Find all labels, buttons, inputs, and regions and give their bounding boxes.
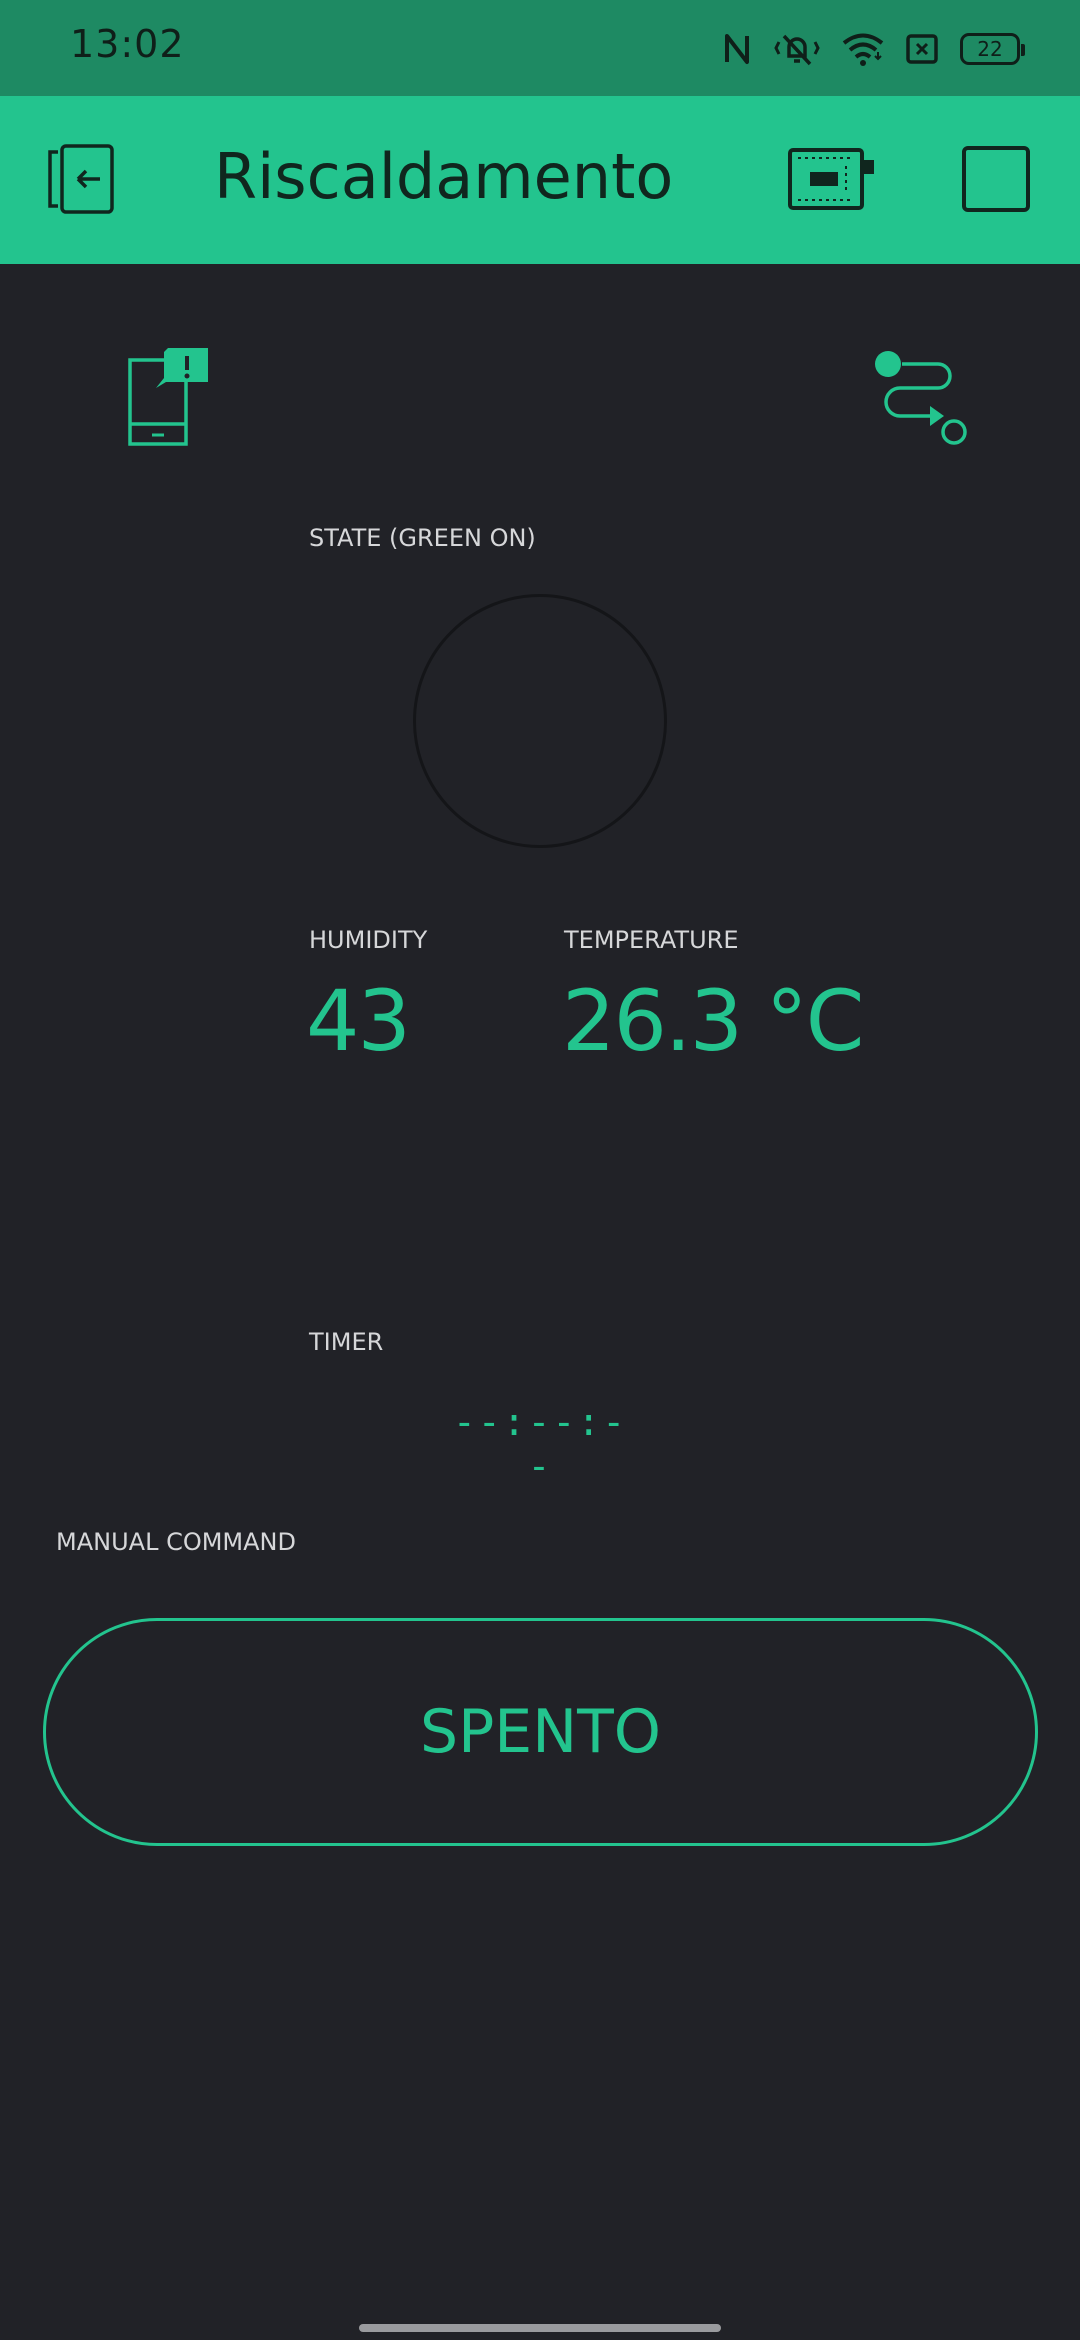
square-button[interactable] bbox=[962, 146, 1030, 212]
home-indicator[interactable] bbox=[359, 2324, 721, 2332]
exit-button[interactable] bbox=[44, 142, 124, 216]
manual-command-button[interactable]: SPENTO bbox=[43, 1618, 1038, 1846]
status-time: 13:02 bbox=[70, 22, 185, 66]
nfc-icon bbox=[722, 32, 752, 66]
timer-label: TIMER bbox=[309, 1328, 384, 1356]
phone-notification-icon bbox=[124, 348, 214, 454]
status-icons: 22 bbox=[722, 28, 1025, 70]
status-bar: 13:02 22 bbox=[0, 0, 1080, 96]
temperature-value: 26.3 °C bbox=[562, 972, 864, 1070]
device-board-icon bbox=[788, 148, 878, 216]
humidity-value: 43 bbox=[306, 972, 411, 1070]
device-button[interactable] bbox=[788, 146, 878, 212]
sim-off-icon bbox=[906, 34, 938, 64]
battery-icon: 22 bbox=[960, 33, 1025, 65]
state-led bbox=[413, 594, 667, 848]
notification-widget[interactable] bbox=[124, 346, 214, 450]
exit-icon bbox=[44, 144, 124, 220]
wifi-icon bbox=[842, 32, 884, 66]
humidity-label: HUMIDITY bbox=[309, 926, 428, 954]
state-label: STATE (GREEN ON) bbox=[309, 524, 536, 552]
eventor-widget[interactable] bbox=[872, 348, 970, 450]
app-bar: Riscaldamento bbox=[0, 96, 1080, 264]
temperature-label: TEMPERATURE bbox=[564, 926, 739, 954]
silent-vibrate-icon bbox=[774, 30, 820, 68]
manual-command-label: MANUAL COMMAND bbox=[56, 1528, 296, 1556]
page-title: Riscaldamento bbox=[214, 140, 674, 213]
timer-value: --:--:-- bbox=[452, 1400, 628, 1488]
route-icon bbox=[872, 351, 970, 454]
manual-command-button-label: SPENTO bbox=[420, 1697, 661, 1767]
